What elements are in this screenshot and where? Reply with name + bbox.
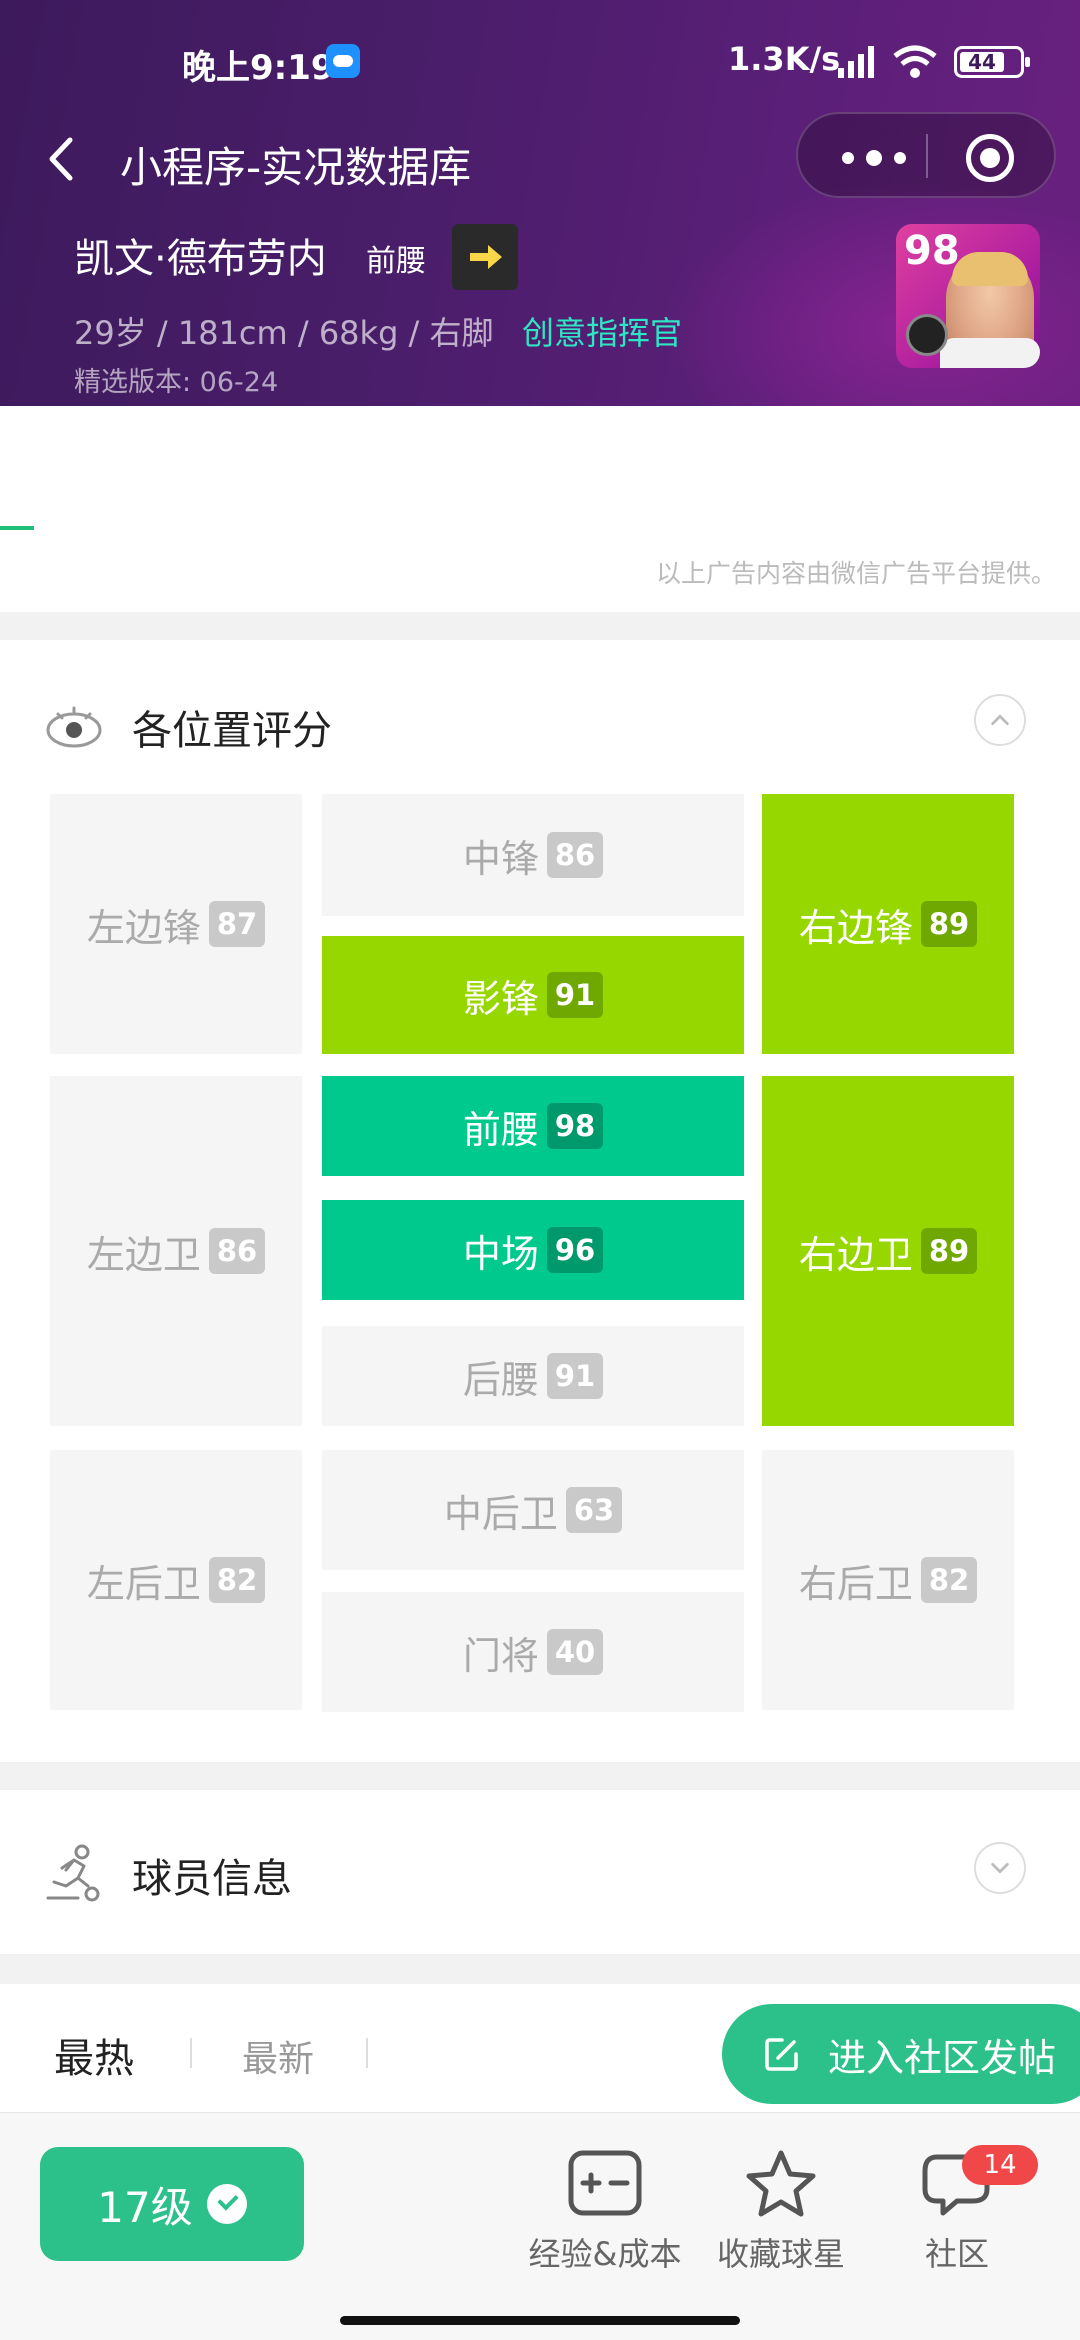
- tool-label: 社区: [924, 2235, 989, 2273]
- expand-chevron-icon[interactable]: [974, 1842, 1026, 1894]
- battery-icon: 44: [954, 46, 1030, 78]
- nav-bar: 小程序-实况数据库: [0, 110, 1080, 210]
- tool-exp-cost[interactable]: 经验&成本: [520, 2149, 690, 2289]
- eye-icon: [46, 706, 102, 748]
- edit-icon: [765, 2038, 798, 2071]
- notification-badge: 14: [962, 2145, 1038, 2185]
- player-play-style[interactable]: 创意指挥官: [522, 308, 682, 354]
- position-cell-cb[interactable]: 中后卫 63: [322, 1450, 744, 1570]
- calculator-icon: [568, 2150, 642, 2216]
- position-cell-rwf[interactable]: 右边锋 89: [762, 794, 1014, 1054]
- signal-icon: [836, 44, 876, 78]
- ad-indicator: [0, 526, 34, 530]
- runner-icon: [46, 1844, 100, 1902]
- ad-note: 以上广告内容由微信广告平台提供。: [655, 559, 1056, 588]
- position-cell-amf[interactable]: 前腰 98: [322, 1076, 744, 1176]
- cloud-icon: [326, 44, 360, 78]
- tool-favorites[interactable]: 收藏球星: [696, 2149, 866, 2289]
- position-score: 91: [546, 972, 604, 1018]
- collapse-chevron-icon[interactable]: [974, 694, 1026, 746]
- battery-level: 44: [960, 52, 1004, 72]
- player-position: 前腰: [366, 244, 426, 279]
- position-score: 86: [546, 832, 604, 878]
- position-cell-dmf[interactable]: 后腰 91: [322, 1326, 744, 1426]
- player-stats: 29岁 / 181cm / 68kg / 右脚: [74, 314, 494, 352]
- tool-label: 收藏球星: [716, 2235, 845, 2273]
- tool-label: 经验&成本: [528, 2235, 682, 2273]
- position-cell-rb[interactable]: 右后卫 82: [762, 1450, 1014, 1710]
- home-indicator[interactable]: [340, 2316, 740, 2325]
- position-label: 左边锋: [86, 905, 201, 950]
- position-label: 右边卫: [798, 1232, 913, 1277]
- position-ratings-section: 各位置评分 左边锋 87 中锋 86 影锋 91 右边锋 89 左边卫 86 前…: [0, 640, 1080, 1762]
- section-title: 各位置评分: [132, 708, 332, 754]
- position-cell-ss[interactable]: 影锋 91: [322, 936, 744, 1054]
- tab-divider: [190, 2038, 192, 2068]
- tab-new[interactable]: 最新: [242, 2030, 314, 2082]
- position-score: 98: [546, 1103, 604, 1149]
- community-post-button[interactable]: 进入社区发帖: [722, 2004, 1080, 2104]
- position-cell-gk[interactable]: 门将 40: [322, 1592, 744, 1712]
- position-cell-rmf[interactable]: 右边卫 89: [762, 1076, 1014, 1426]
- tab-hot[interactable]: 最热: [54, 2026, 134, 2084]
- status-bar: 晚上9:19 1.3K/s 44: [0, 0, 1080, 120]
- position-score: 87: [208, 901, 266, 947]
- position-score: 86: [208, 1228, 266, 1274]
- position-score: 82: [208, 1557, 266, 1603]
- bottom-toolbar: 17级 经验&成本 收藏球星 14 社区: [0, 2112, 1080, 2340]
- position-score: 96: [546, 1227, 604, 1273]
- position-label: 左后卫: [86, 1561, 201, 1606]
- comments-header: 最热 最新 进入社区发帖: [0, 1984, 1080, 2112]
- player-name: 凯文·德布劳内: [74, 236, 327, 282]
- player-header: 晚上9:19 1.3K/s 44 小程序-实况数据库 凯文·德布劳内 前腰 29…: [0, 0, 1080, 406]
- close-miniprogram-icon[interactable]: [966, 134, 1014, 182]
- position-label: 影锋: [462, 976, 539, 1021]
- position-cell-cmf[interactable]: 中场 96: [322, 1200, 744, 1300]
- position-score: 91: [546, 1353, 604, 1399]
- card-overall-rating: 98: [904, 228, 960, 274]
- position-cell-lmf[interactable]: 左边卫 86: [50, 1076, 302, 1426]
- position-label: 右后卫: [798, 1561, 913, 1606]
- position-label: 后腰: [462, 1357, 539, 1402]
- position-cell-lwf[interactable]: 左边锋 87: [50, 794, 302, 1054]
- club-badge-icon: [906, 314, 948, 356]
- position-label: 前腰: [462, 1107, 539, 1152]
- arrow-right-icon[interactable]: [452, 224, 518, 290]
- tab-divider: [366, 2038, 368, 2068]
- miniprogram-capsule: [796, 112, 1056, 198]
- position-score: 82: [920, 1557, 978, 1603]
- capsule-divider: [926, 134, 928, 178]
- dropdown-check-icon: [206, 2184, 247, 2224]
- position-score: 89: [920, 1228, 978, 1274]
- player-version: 精选版本: 06-24: [74, 367, 279, 398]
- position-cell-lb[interactable]: 左后卫 82: [50, 1450, 302, 1710]
- position-score: 40: [546, 1629, 604, 1675]
- status-time: 晚上9:19: [182, 48, 335, 88]
- position-label: 中锋: [462, 836, 539, 881]
- more-icon[interactable]: [828, 134, 928, 178]
- position-label: 门将: [462, 1633, 539, 1678]
- position-label: 中场: [462, 1231, 539, 1276]
- back-arrow-icon[interactable]: [42, 134, 82, 184]
- star-icon: [746, 2150, 816, 2217]
- nav-title: 小程序-实况数据库: [120, 143, 472, 192]
- ad-area: 以上广告内容由微信广告平台提供。: [0, 406, 1080, 612]
- wifi-icon: [893, 45, 937, 78]
- level-select-button[interactable]: 17级: [40, 2147, 304, 2261]
- level-label: 17级: [97, 2182, 193, 2232]
- section-title: 球员信息: [132, 1856, 292, 1902]
- tool-community[interactable]: 14 社区: [872, 2145, 1042, 2289]
- position-label: 中后卫: [443, 1491, 558, 1536]
- network-speed: 1.3K/s: [728, 40, 841, 78]
- position-label: 左边卫: [86, 1232, 201, 1277]
- player-card[interactable]: 98: [896, 224, 1040, 368]
- position-cell-cf[interactable]: 中锋 86: [322, 794, 744, 916]
- position-score: 89: [920, 901, 978, 947]
- community-post-label: 进入社区发帖: [828, 2035, 1057, 2080]
- player-info-section[interactable]: 球员信息: [0, 1790, 1080, 1954]
- position-label: 右边锋: [798, 905, 913, 950]
- position-score: 63: [565, 1487, 623, 1533]
